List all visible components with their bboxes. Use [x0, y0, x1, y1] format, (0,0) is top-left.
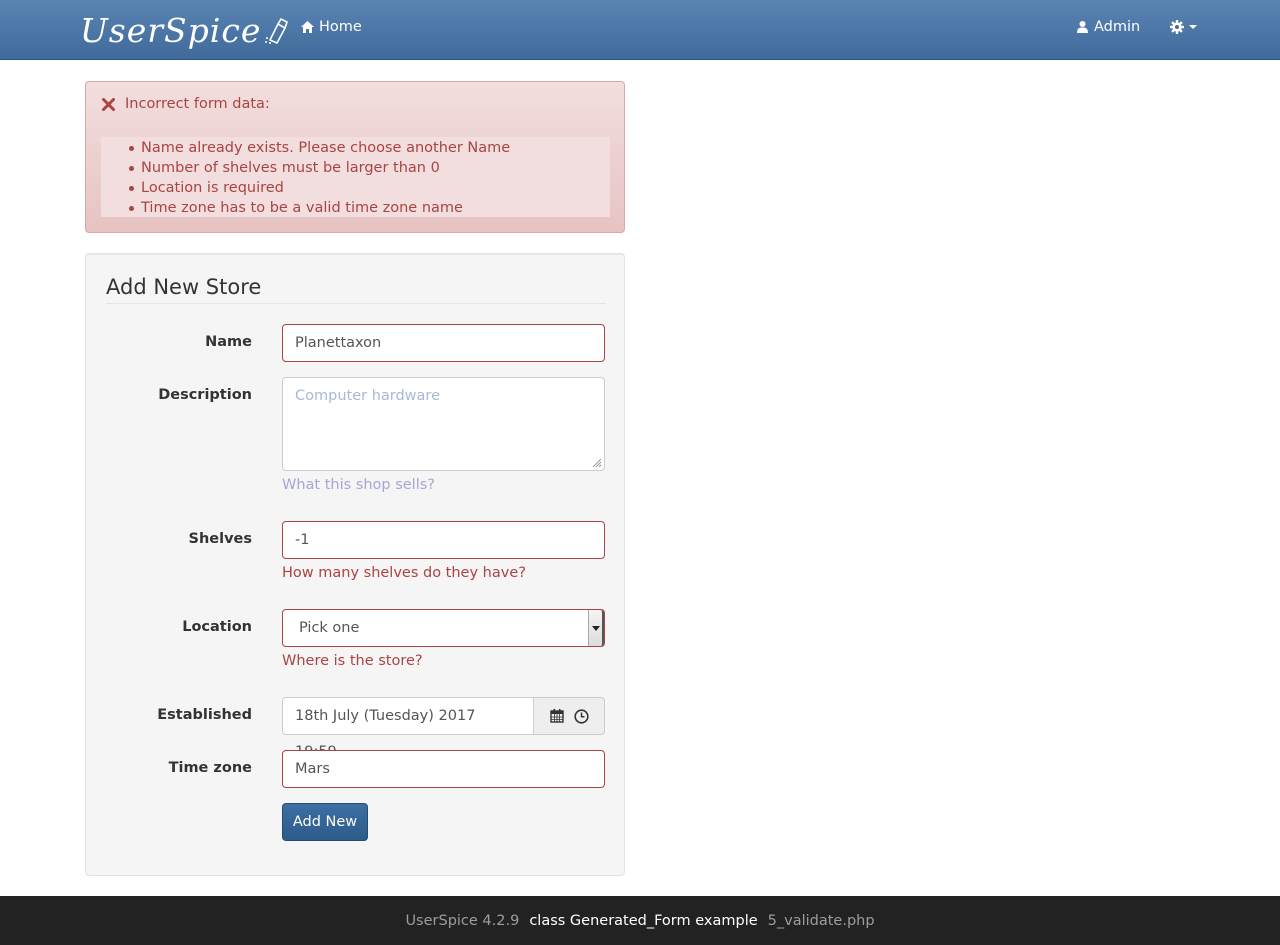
settings-dropdown[interactable] — [1170, 20, 1197, 34]
shelves-label: Shelves — [188, 531, 253, 547]
form-title: Add New Store — [106, 275, 606, 304]
error-item: Number of shelves must be larger than 0 — [129, 158, 610, 178]
description-label: Description — [158, 387, 252, 403]
description-textarea[interactable]: Computer hardware — [282, 377, 605, 471]
calendar-icon[interactable] — [549, 709, 564, 723]
error-alert: Incorrect form data: Name already exists… — [85, 81, 625, 233]
nav-user-link[interactable]: Admin — [1077, 19, 1140, 35]
error-item: Location is required — [129, 178, 610, 198]
user-icon — [1077, 21, 1088, 33]
location-selected-value: Pick one — [299, 620, 360, 636]
shelves-help: How many shelves do they have? — [282, 565, 526, 581]
clock-icon[interactable] — [573, 708, 589, 724]
resize-handle-icon[interactable] — [592, 458, 602, 468]
name-input[interactable]: Planettaxon — [282, 324, 605, 362]
top-navbar: UserSpice Home Admin — [0, 0, 1280, 60]
select-arrow-icon — [588, 610, 604, 646]
footer: UserSpice 4.2.9 class Generated_Form exa… — [0, 896, 1280, 945]
close-icon — [102, 97, 115, 111]
error-item: Name already exists. Please choose anoth… — [129, 138, 610, 158]
description-placeholder: Computer hardware — [295, 388, 440, 404]
nav-home-link[interactable]: Home — [301, 19, 362, 35]
nav-home-label: Home — [319, 19, 362, 35]
home-icon — [301, 21, 314, 33]
footer-file: 5_validate.php — [767, 912, 875, 929]
established-input[interactable]: 18th July (Tuesday) 2017 19:59 — [282, 697, 534, 760]
footer-example: class Generated_Form example — [529, 912, 758, 929]
gear-icon — [1170, 20, 1184, 34]
error-list: Name already exists. Please choose anoth… — [101, 137, 610, 217]
footer-version: UserSpice 4.2.9 — [405, 912, 520, 929]
shelves-input[interactable]: -1 — [282, 521, 605, 559]
alert-title: Incorrect form data: — [125, 96, 270, 112]
chevron-down-icon — [1189, 25, 1197, 29]
location-label: Location — [182, 619, 252, 635]
salt-shaker-icon — [265, 17, 289, 44]
location-select[interactable]: Pick one — [282, 609, 605, 647]
timezone-input[interactable]: Mars — [282, 750, 605, 788]
name-label: Name — [205, 334, 252, 350]
description-help: What this shop sells? — [282, 477, 435, 493]
add-new-button[interactable]: Add New — [282, 803, 368, 841]
nav-user-label: Admin — [1094, 19, 1141, 35]
alert-heading: Incorrect form data: — [102, 96, 270, 112]
established-date-group: 18th July (Tuesday) 2017 19:59 — [282, 697, 605, 760]
brand-logo[interactable]: UserSpice — [80, 10, 289, 50]
add-store-form: Add New Store Name Planettaxon Descripti… — [85, 253, 625, 876]
location-help: Where is the store? — [282, 653, 423, 669]
timezone-label: Time zone — [168, 760, 252, 776]
error-item: Time zone has to be a valid time zone na… — [129, 198, 610, 218]
established-label: Established — [157, 707, 252, 723]
date-picker-addon — [533, 697, 605, 735]
brand-text: UserSpice — [80, 10, 262, 50]
